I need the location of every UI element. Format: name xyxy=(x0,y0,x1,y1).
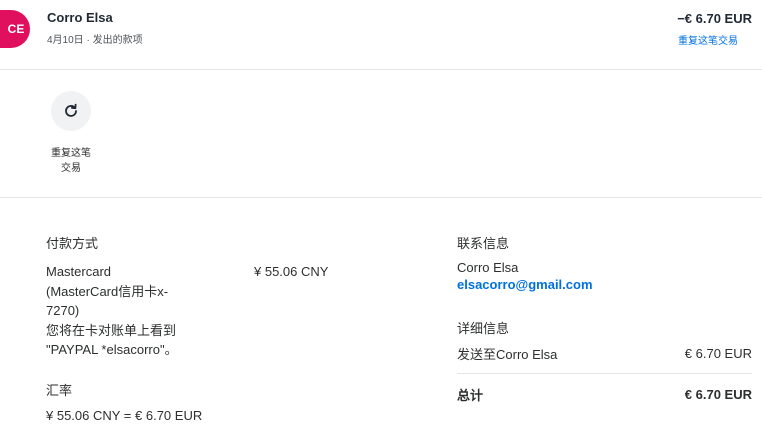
avatar: CE xyxy=(0,10,30,48)
total-amount: € 6.70 EUR xyxy=(684,387,752,402)
payee-name: Corro Elsa xyxy=(47,10,113,25)
contact-info-title: 联系信息 xyxy=(457,236,510,251)
actions-section: 重复这笔 交易 xyxy=(0,70,762,198)
sent-to-label: 发送至Corro Elsa xyxy=(457,347,558,362)
repeat-transaction-link[interactable]: 重复这笔交易 xyxy=(678,32,738,47)
details-divider xyxy=(457,373,752,374)
exchange-rate-title: 汇率 xyxy=(46,383,73,398)
exchange-rate-value: ¥ 55.06 CNY = € 6.70 EUR xyxy=(46,408,203,423)
sent-to-amount: € 6.70 EUR xyxy=(684,346,752,361)
payment-method-title: 付款方式 xyxy=(46,236,99,251)
contact-name: Corro Elsa xyxy=(457,260,519,275)
repeat-transaction-button[interactable] xyxy=(51,91,91,131)
payment-method-details: Mastercard (MasterCard信用卡x- 7270) 您将在卡对账… xyxy=(46,264,178,357)
contact-email-link[interactable]: elsacorro@gmail.com xyxy=(457,277,593,292)
payment-amount: ¥ 55.06 CNY xyxy=(254,264,329,279)
refresh-icon xyxy=(65,103,77,117)
transaction-date-type: 4月10日 · 发出的款项 xyxy=(47,35,143,46)
details-title: 详细信息 xyxy=(457,321,510,336)
transaction-amount: −€ 6.70 EUR xyxy=(677,11,752,26)
repeat-transaction-label: 重复这笔 交易 xyxy=(51,148,91,174)
transaction-header: CE Corro Elsa 4月10日 · 发出的款项 −€ 6.70 EUR … xyxy=(0,0,762,70)
total-label: 总计 xyxy=(457,388,484,403)
